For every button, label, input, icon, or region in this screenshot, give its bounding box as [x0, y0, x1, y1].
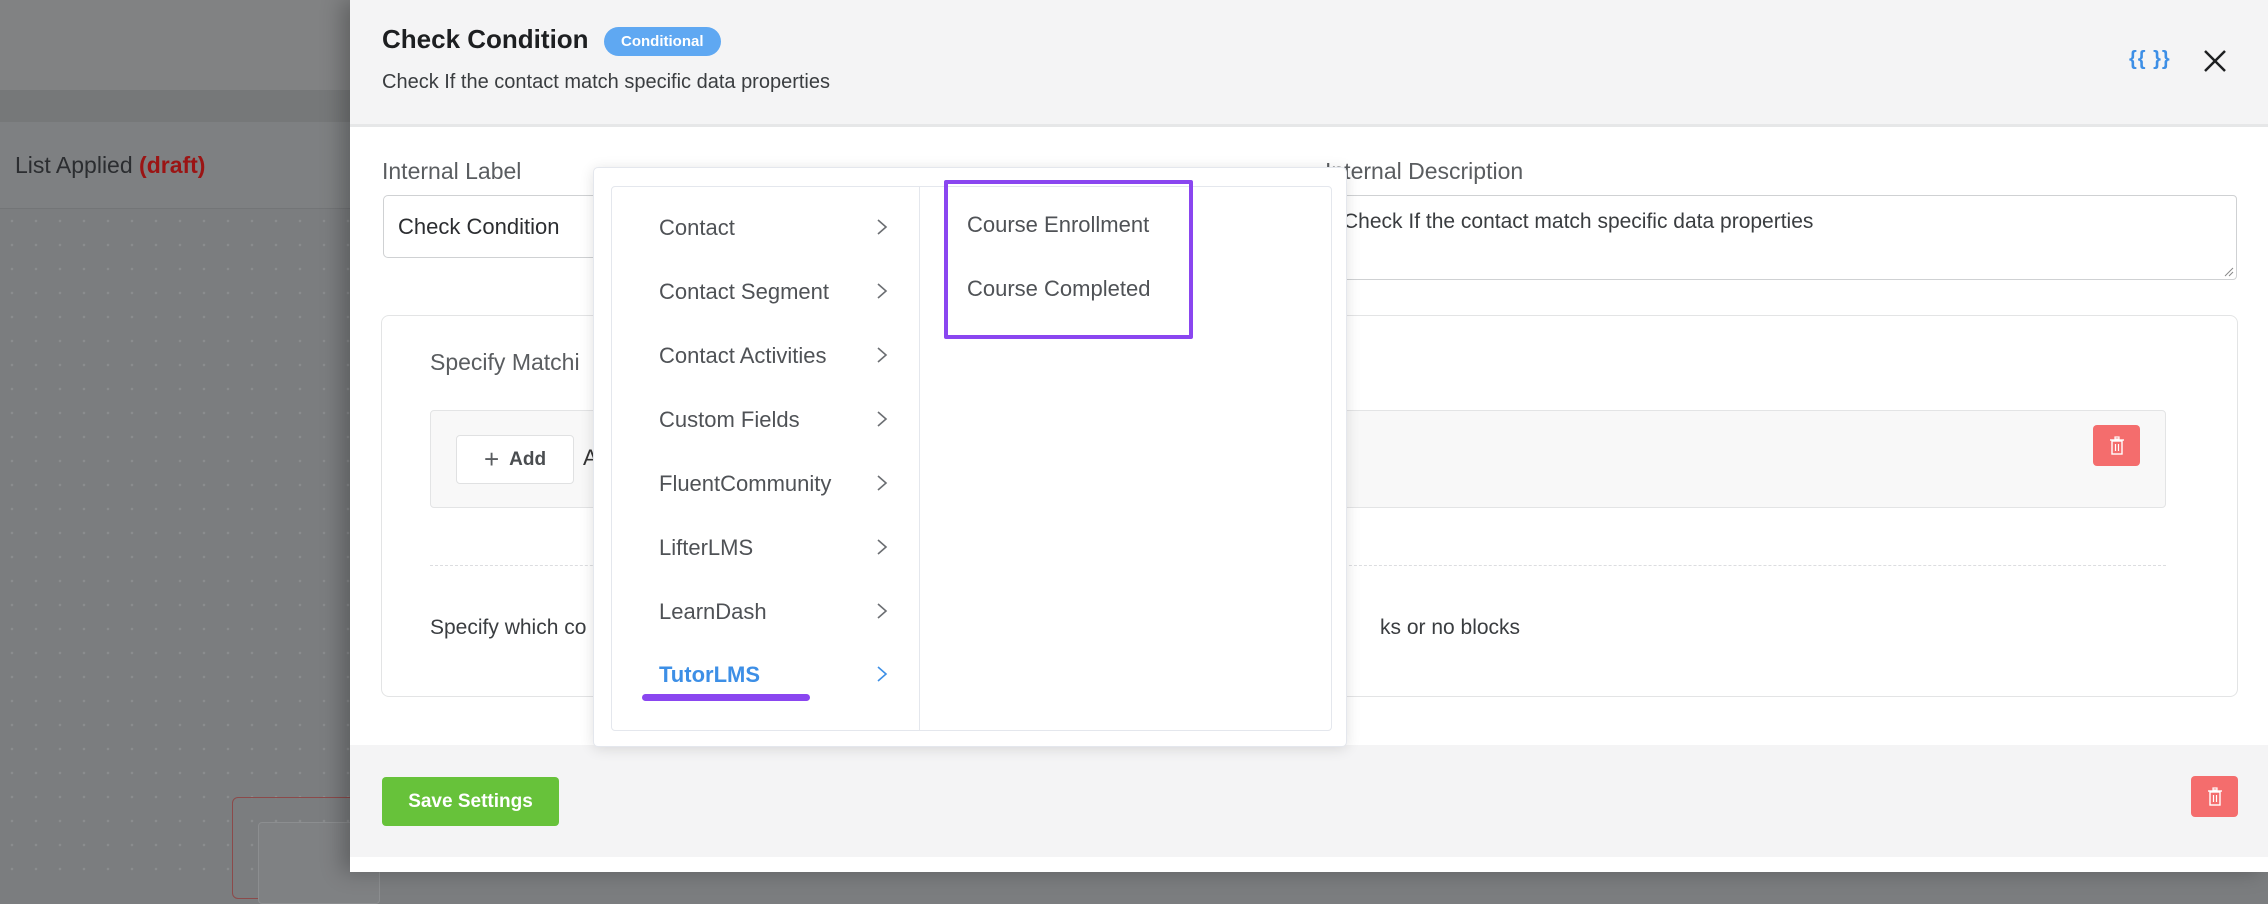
add-condition-label: Add: [509, 448, 547, 470]
category-item-contact-activities[interactable]: Contact Activities: [612, 323, 919, 387]
chevron-right-icon: [877, 283, 888, 299]
sub-option-course-enrollment[interactable]: Course Enrollment: [967, 212, 1149, 238]
matching-section-title: Specify Matchi: [430, 349, 580, 375]
category-label: Custom Fields: [659, 407, 800, 432]
chevron-right-icon: [877, 666, 888, 682]
category-label: Contact Segment: [659, 279, 829, 304]
save-settings-button[interactable]: Save Settings: [382, 777, 559, 826]
internal-description-label: Internal Description: [1325, 158, 1524, 184]
category-label: TutorLMS: [659, 662, 761, 687]
category-label: Contact Activities: [659, 343, 827, 368]
drawer-subtitle: Check If the contact match specific data…: [382, 71, 830, 93]
background-strip: [0, 90, 350, 122]
active-category-underline: [642, 694, 810, 701]
category-item-learndash[interactable]: LearnDash: [612, 579, 919, 643]
background-title-text: List Applied: [15, 152, 133, 178]
condition-type-popover: Contact Contact Segment Contact Activiti…: [593, 167, 1347, 747]
sub-option-menu: Course Enrollment Course Completed: [920, 187, 1331, 730]
category-item-contact[interactable]: Contact: [612, 195, 919, 259]
drawer-title: Check Condition: [382, 24, 589, 54]
smartcode-icon[interactable]: {{ }}: [2129, 48, 2171, 71]
delete-action-button[interactable]: [2191, 776, 2238, 817]
plus-icon: +: [483, 444, 500, 474]
chevron-right-icon: [877, 603, 888, 619]
background-canvas-grid: [0, 209, 350, 872]
type-badge: Conditional: [604, 27, 721, 56]
chevron-right-icon: [877, 219, 888, 235]
cascader-panel: Contact Contact Segment Contact Activiti…: [611, 186, 1332, 731]
category-menu: Contact Contact Segment Contact Activiti…: [612, 187, 920, 730]
trash-icon: [2109, 435, 2124, 455]
category-item-lifterlms[interactable]: LifterLMS: [612, 515, 919, 579]
add-condition-button[interactable]: + Add: [456, 435, 574, 484]
matching-help-text: Specify which co: [430, 616, 587, 639]
drawer-footer: Save Settings: [350, 745, 2268, 857]
internal-label-label: Internal Label: [382, 158, 522, 184]
category-label: FluentCommunity: [659, 471, 832, 496]
chevron-right-icon: [877, 475, 888, 491]
internal-description-value: Check If the contact match specific data…: [1343, 210, 1814, 233]
matching-help-text-tail: ks or no blocks: [1380, 616, 1521, 639]
draft-status: (draft): [139, 152, 206, 178]
chevron-right-icon: [877, 539, 888, 555]
resize-handle-icon[interactable]: [2224, 267, 2234, 277]
delete-block-button[interactable]: [2093, 425, 2140, 466]
category-item-contact-segment[interactable]: Contact Segment: [612, 259, 919, 323]
sub-option-course-completed[interactable]: Course Completed: [967, 276, 1150, 302]
category-label: Contact: [659, 215, 735, 240]
chevron-right-icon: [877, 347, 888, 363]
internal-description-textarea[interactable]: Check If the contact match specific data…: [1318, 195, 2237, 280]
background-topbar: [0, 0, 350, 90]
category-label: LifterLMS: [659, 535, 754, 560]
category-label: LearnDash: [659, 599, 767, 624]
category-item-custom-fields[interactable]: Custom Fields: [612, 387, 919, 451]
category-item-fluentcommunity[interactable]: FluentCommunity: [612, 451, 919, 515]
close-icon[interactable]: [2200, 46, 2230, 76]
trash-icon: [2207, 786, 2222, 806]
background-funnel-title: List Applied (draft): [15, 152, 205, 179]
drawer-header: Check Condition Conditional Check If the…: [350, 0, 2268, 127]
chevron-right-icon: [877, 411, 888, 427]
